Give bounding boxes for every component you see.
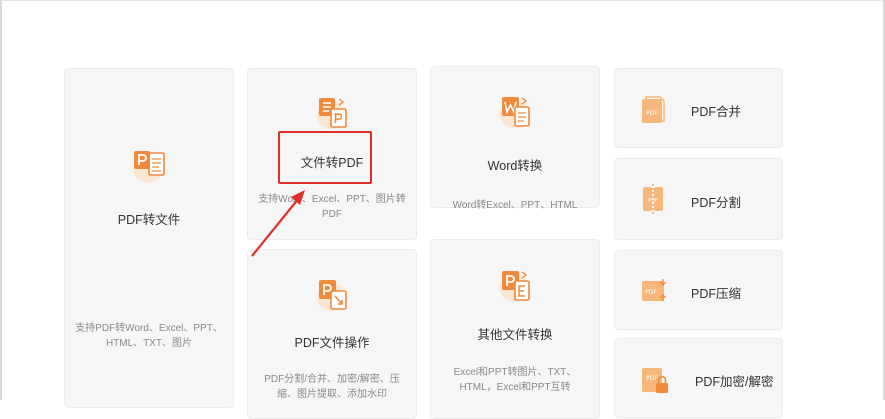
word-convert-desc: Word转Excel、PPT、HTML: [452, 200, 578, 211]
svg-text:PDF: PDF: [646, 110, 658, 117]
pdf-merge-icon: PDF: [642, 96, 665, 123]
pdf-compress-icon: PDF: [642, 279, 667, 301]
file-to-pdf-desc: 支持Word、Excel、PPT、图片转PDF: [258, 194, 406, 220]
pdf-compress-title: PDF压缩: [691, 287, 742, 301]
pdf-merge-card[interactable]: PDF PDF合并: [614, 68, 783, 148]
other-convert-icon: [500, 271, 530, 302]
other-convert-title: 其他文件转换: [477, 328, 553, 342]
pdf-to-file-card[interactable]: PDF转文件 支持PDF转Word、Excel、PPT、HTML、TXT、图片: [64, 68, 234, 408]
svg-text:PDF: PDF: [648, 198, 658, 204]
window-left-border: [0, 0, 2, 400]
file-to-pdf-icon: [317, 98, 347, 129]
pdf-operations-title: PDF文件操作: [294, 336, 370, 350]
word-convert-card[interactable]: Word转换 Word转Excel、PPT、HTML: [430, 66, 600, 211]
other-convert-desc: Excel和PPT转图片、TXT、HTML，Excel和PPT互转: [453, 367, 577, 393]
word-convert-icon: [500, 97, 530, 128]
pdf-operations-desc: PDF分割/合并、加密/解密、压缩、图片提取、添加水印: [264, 374, 400, 400]
other-convert-card[interactable]: 其他文件转换 Excel和PPT转图片、TXT、HTML，Excel和PPT互转: [430, 239, 600, 419]
pdf-convert-icon: [133, 151, 165, 183]
pdf-lock-card[interactable]: PDF PDF加密/解密: [614, 338, 783, 418]
window-top-border: [0, 0, 885, 1]
pdf-operations-card[interactable]: PDF文件操作 PDF分割/合并、加密/解密、压缩、图片提取、添加水印: [247, 249, 417, 419]
pdf-operation-icon: [317, 280, 347, 311]
pdf-split-card[interactable]: PDF PDF分割: [614, 158, 783, 240]
pdf-lock-title: PDF加密/解密: [695, 375, 774, 389]
highlight-box: [278, 131, 372, 184]
pdf-split-icon: PDF: [643, 184, 663, 214]
pdf-split-title: PDF分割: [691, 196, 742, 210]
word-convert-title: Word转换: [487, 159, 543, 173]
pdf-merge-title: PDF合并: [691, 105, 742, 119]
svg-text:PDF: PDF: [646, 375, 658, 382]
pdf-compress-card[interactable]: PDF PDF压缩: [614, 250, 783, 330]
svg-text:PDF: PDF: [645, 289, 657, 296]
pdf-to-file-desc: 支持PDF转Word、Excel、PPT、HTML、TXT、图片: [75, 323, 223, 349]
pdf-to-file-title: PDF转文件: [117, 213, 181, 227]
pdf-lock-icon: PDF: [642, 368, 668, 393]
